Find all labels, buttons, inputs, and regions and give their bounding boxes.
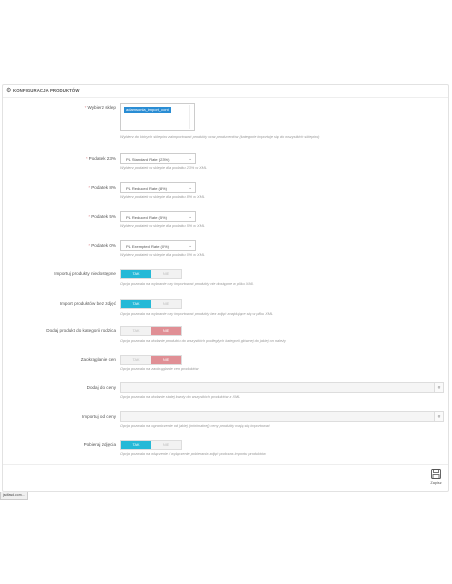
switch-yes[interactable]: TAK — [121, 441, 151, 449]
download-images-label: Pobieraj zdjęcia — [83, 442, 116, 447]
download-images-switch[interactable]: TAK NIE — [120, 440, 182, 450]
add-to-prices-help: Opcja pozwala na dodanie stałej kwoty do… — [120, 395, 241, 399]
vat8-select[interactable]: PL Reduced Rate (8%) ⌄ — [120, 182, 196, 193]
round-prices-help: Opcja pozwala na zaokrąglanie cen produk… — [120, 367, 199, 371]
vat5-help: Wybierz podatek w sklepie dla podatku 5%… — [120, 224, 205, 228]
switch-yes[interactable]: TAK — [121, 270, 151, 278]
subtract-prices-input[interactable]: # — [120, 411, 444, 422]
multiselect-scrollbar[interactable] — [189, 105, 193, 129]
add-to-parent-help: Opcja pozwala na dodanie produktu do wsz… — [120, 339, 286, 343]
panel-title: KONFIGURACJA PRODUKTÓW — [13, 88, 80, 93]
gear-icon: ⚙ — [6, 88, 12, 94]
vat5-value: PL Reduced Rate (5%) — [126, 214, 167, 220]
subtract-prices-help: Opcja pozwala na ograniczenie od jakiej … — [120, 424, 270, 428]
save-icon — [431, 469, 441, 479]
addon-hash: # — [434, 412, 443, 421]
switch-yes[interactable]: TAK — [121, 300, 151, 308]
addon-hash: # — [434, 383, 443, 392]
vat5-select[interactable]: PL Reduced Rate (5%) ⌄ — [120, 211, 196, 222]
round-prices-label: Zaokrąglanie cen — [80, 357, 116, 362]
vat8-label: *Podatek 8% — [88, 185, 116, 190]
product-config-panel: ⚙ KONFIGURACJA PRODUKTÓW *Wybierz sklep … — [2, 84, 449, 492]
vat8-help: Wybierz podatek w sklepie dla podatku 8%… — [120, 195, 205, 199]
save-button[interactable]: Zapisz — [428, 469, 444, 487]
switch-no[interactable]: NIE — [151, 441, 181, 449]
vat0-select[interactable]: PL Exempted Rate (0%) ⌄ — [120, 240, 196, 251]
chevron-down-icon: ⌄ — [188, 214, 192, 219]
vat5-label: *Podatek 5% — [88, 214, 116, 219]
add-to-prices-label: Dodaj do ceny — [86, 385, 116, 390]
switch-no[interactable]: NIE — [151, 270, 181, 278]
import-no-images-help: Opcja pozwala na wybranie czy importować… — [120, 312, 274, 316]
switch-yes[interactable]: TAK — [121, 327, 151, 335]
vat23-select[interactable]: PL Standard Rate (23%) ⌄ — [120, 153, 196, 164]
switch-yes[interactable]: TAK — [121, 356, 151, 364]
vat0-value: PL Exempted Rate (0%) — [126, 243, 169, 249]
round-prices-switch[interactable]: TAK NIE — [120, 355, 182, 365]
chevron-down-icon: ⌄ — [188, 156, 192, 161]
vat0-help: Wybierz podatek w sklepie dla podatku 0%… — [120, 253, 205, 257]
vat0-label: *Podatek 0% — [88, 243, 116, 248]
vat23-label: *Podatek 23% — [85, 156, 116, 161]
import-unavailable-switch[interactable]: TAK NIE — [120, 269, 182, 279]
subtract-prices-label: Importuj od ceny — [82, 414, 116, 419]
stores-multiselect[interactable]: adamsonia_import_cont — [120, 103, 195, 131]
vat23-help: Wybierz podatek w sklepie dla podatku 23… — [120, 166, 207, 170]
import-unavailable-help: Opcja pozwala na wybranie czy importować… — [120, 282, 254, 286]
switch-no[interactable]: NIE — [151, 327, 181, 335]
switch-no[interactable]: NIE — [151, 300, 181, 308]
vat23-value: PL Standard Rate (23%) — [126, 156, 170, 162]
import-no-images-label: Import produktów bez zdjęć — [59, 301, 116, 306]
import-no-images-switch[interactable]: TAK NIE — [120, 299, 182, 309]
stores-help: Wybierz do których sklepów zaimportować … — [120, 135, 320, 139]
download-images-help: Opcja pozwala na włączenie / wyłączenie … — [120, 452, 266, 456]
add-to-prices-input[interactable]: # — [120, 382, 444, 393]
panel-header: ⚙ KONFIGURACJA PRODUKTÓW — [3, 85, 448, 98]
vat8-value: PL Reduced Rate (8%) — [126, 185, 167, 191]
browser-status-bar: jsdfasd.com... — [0, 492, 28, 500]
chevron-down-icon: ⌄ — [188, 243, 192, 248]
panel-footer: Zapisz — [3, 464, 448, 491]
save-label: Zapisz — [430, 481, 442, 485]
add-to-parent-switch[interactable]: TAK NIE — [120, 326, 182, 336]
store-option[interactable]: adamsonia_import_cont — [124, 107, 171, 113]
chevron-down-icon: ⌄ — [188, 185, 192, 190]
stores-label: *Wybierz sklep — [84, 105, 116, 110]
import-unavailable-label: Importuj produkty niedostępne — [54, 271, 116, 276]
add-to-parent-label: Dodaj produkt do kategorii rodzica — [46, 328, 116, 333]
switch-no[interactable]: NIE — [151, 356, 181, 364]
